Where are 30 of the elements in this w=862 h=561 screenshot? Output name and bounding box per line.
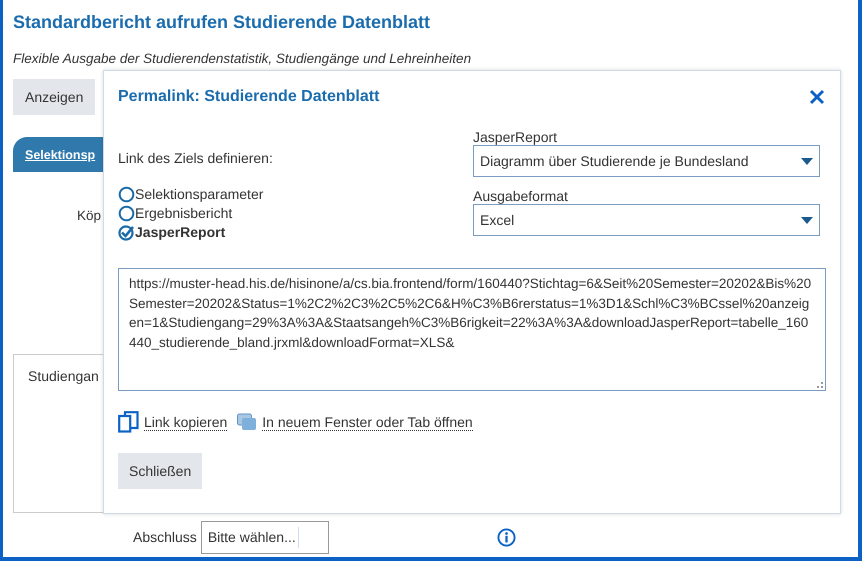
action-link[interactable]: In neuem Fenster oder Tab öffnen <box>262 414 473 430</box>
filter-label: Abschluss <box>133 528 197 547</box>
copy-icon <box>118 411 139 433</box>
caret-icon <box>801 216 813 224</box>
dropdown[interactable]: Excel <box>473 204 820 236</box>
action-link[interactable]: Link kopieren <box>144 414 228 430</box>
close-button[interactable]: Schließen <box>118 453 202 489</box>
dialog-title: Permalink: Studierende Datenblatt <box>118 87 380 107</box>
radio-option[interactable]: JasperReport <box>118 223 473 242</box>
caret-icon <box>801 158 813 164</box>
link-textarea[interactable]: https://muster-head.his.de/hisinone/a/cs.bia.frontend/form/160440?Stichtag=6&Seit%20Semester=20202&Bis%20Semester=20202&Status=1%2C2%2C3%2C5%2C6&H%C3%B6rerstatus=1%3D1&Schl%C3%BCssel%20anzeigen=1&Studiengang=29%3A%3A&Staatsangeh%C3%B6rigkeit=22%3A%3A&downloadJasperReport=tabelle_160440_studierende_bland.jrxml&downloadFormat=XLS& <box>118 268 826 391</box>
dropdown[interactable]: Diagramm über Studierende je Bundesland <box>473 145 820 177</box>
select-label: Ausgabeformat <box>473 187 569 204</box>
checked-radio-icon <box>118 224 135 241</box>
field-label: Köp <box>77 208 102 223</box>
panel-label: Studiengan <box>28 368 99 384</box>
radio-option[interactable]: Ergebnisbericht <box>118 204 473 223</box>
target-label: Link des Ziels definieren: <box>118 149 274 168</box>
page-title: Standardbericht aufrufen Studierende Datenblatt <box>13 11 432 34</box>
info-icon[interactable] <box>496 528 516 547</box>
radio-icon <box>118 186 135 203</box>
show-button[interactable]: Anzeigen <box>13 79 96 115</box>
filter-select[interactable]: Bitte wählen... <box>200 521 329 554</box>
windows-icon <box>237 413 258 431</box>
select-label: JasperReport <box>473 128 558 145</box>
tab[interactable]: Selektionsp <box>13 137 103 172</box>
page-subtitle: Flexible Ausgabe der Studierendenstatistik, Studiengänge und Lehreinheiten <box>13 50 472 68</box>
radio-option[interactable]: Selektionsparameter <box>118 185 473 204</box>
radio-icon <box>118 205 135 222</box>
close-icon[interactable] <box>809 89 825 105</box>
